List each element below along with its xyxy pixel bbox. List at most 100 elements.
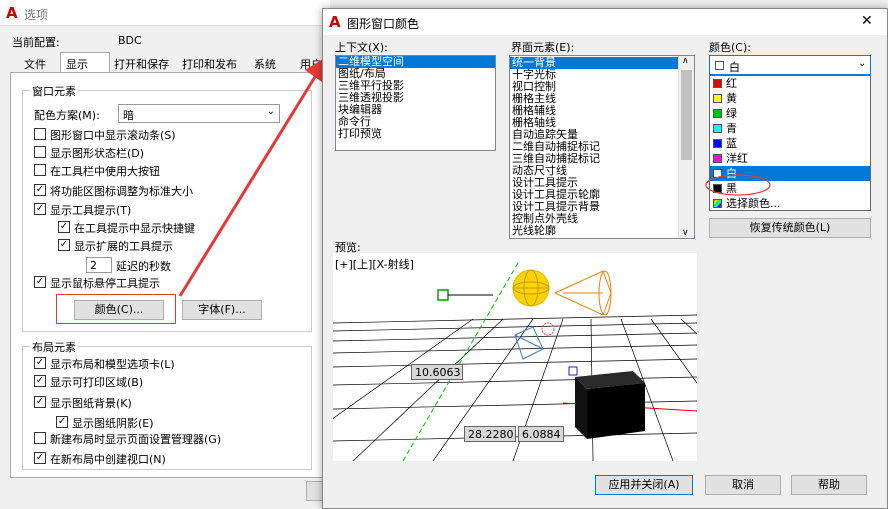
options-title: 选项 bbox=[24, 8, 49, 22]
color-dialog-title: 图形窗口颜色 bbox=[347, 17, 420, 31]
font-button[interactable]: 字体(F)... bbox=[182, 300, 262, 320]
delay-input[interactable]: 2 bbox=[86, 257, 112, 273]
dimension-box-1: 10.6063 bbox=[411, 364, 463, 380]
chevron-down-icon: ⌄ bbox=[266, 106, 275, 117]
tab-files[interactable]: 文件 bbox=[24, 56, 46, 72]
checkbox[interactable]: ✓ bbox=[34, 396, 46, 408]
color-option-label: 洋红 bbox=[726, 152, 748, 165]
chevron-down-icon: ⌄ bbox=[858, 58, 867, 69]
checkbox-label: 在工具提示中显示快捷键 bbox=[74, 222, 195, 235]
dimension-value-3: 6.0884 bbox=[522, 428, 561, 441]
tab-open-save[interactable]: 打开和保存 bbox=[114, 56, 169, 72]
scroll-up-icon[interactable]: ∧ bbox=[682, 56, 689, 66]
color-option-label: 青 bbox=[726, 122, 737, 135]
scroll-thumb[interactable] bbox=[681, 70, 692, 160]
color-select-swatch bbox=[715, 61, 724, 70]
color-select-value: 白 bbox=[729, 61, 740, 74]
checkbox[interactable]: ✓ bbox=[58, 221, 70, 233]
autocad-logo-icon: A bbox=[6, 4, 18, 22]
options-tabs: 文件 显示 打开和保存 打印和发布 系统 用户 bbox=[10, 52, 330, 74]
dimension-value-2: 28.2280 bbox=[468, 428, 514, 441]
preview-camera bbox=[514, 326, 544, 360]
profile-label: 当前配置: bbox=[12, 36, 60, 49]
tab-plot-publish[interactable]: 打印和发布 bbox=[182, 56, 237, 72]
checkbox-label: 显示工具提示(T) bbox=[50, 204, 132, 217]
color-option[interactable]: 选择颜色... bbox=[710, 196, 870, 210]
element-list[interactable]: 统一背景 十字光标 视口控制 栅格主线 栅格辅线 栅格轴线 自动追踪矢量 二维自动捕捉标记 三维… bbox=[509, 55, 695, 239]
color-dialog-title-bar: A 图形窗口颜色 ✕ bbox=[323, 9, 887, 35]
checkbox[interactable]: ✓ bbox=[58, 239, 70, 251]
color-option[interactable]: 蓝 bbox=[710, 136, 870, 151]
context-item[interactable]: 打印预览 bbox=[336, 128, 495, 140]
checkbox[interactable] bbox=[34, 128, 46, 140]
color-option[interactable]: 洋红 bbox=[710, 151, 870, 166]
scroll-down-icon[interactable]: ∨ bbox=[682, 228, 689, 238]
checkbox[interactable]: ✓ bbox=[34, 375, 46, 387]
tab-display[interactable]: 显示 bbox=[60, 52, 110, 74]
checkbox-label: 图形窗口中显示滚动条(S) bbox=[50, 129, 176, 142]
color-dialog: A 图形窗口颜色 ✕ 上下文(X): 二维模型空间 图纸/布局 三维平行投影 三维透视… bbox=[322, 8, 888, 509]
options-title-bar: A 选项 bbox=[0, 0, 330, 26]
checkbox[interactable]: ✓ bbox=[34, 276, 46, 288]
color-option-label: 红 bbox=[726, 77, 737, 90]
annotation-ellipse bbox=[705, 174, 771, 196]
scheme-label: 配色方案(M): bbox=[34, 109, 100, 122]
context-list[interactable]: 二维模型空间 图纸/布局 三维平行投影 三维透视投影 块编辑器 命令行 打印预览 bbox=[335, 55, 496, 151]
help-button[interactable]: 帮助 bbox=[791, 475, 867, 495]
apply-close-button[interactable]: 应用并关闭(A) bbox=[595, 475, 693, 495]
color-select[interactable]: 白 ⌄ bbox=[709, 55, 871, 75]
preview-crosshair-box bbox=[437, 289, 449, 301]
restore-button[interactable]: 恢复传统颜色(L) bbox=[709, 218, 871, 238]
delay-input-value: 2 bbox=[90, 259, 97, 272]
preview-spot-light bbox=[553, 270, 612, 316]
tab-system[interactable]: 系统 bbox=[254, 56, 276, 72]
color-option[interactable]: 绿 bbox=[710, 106, 870, 121]
delay-label: 延迟的秒数 bbox=[116, 260, 171, 273]
scheme-select-value: 暗 bbox=[123, 109, 134, 122]
checkbox-label: 显示图形状态栏(D) bbox=[50, 147, 145, 160]
profile-value: BDC bbox=[118, 34, 142, 47]
color-option[interactable]: 青 bbox=[710, 121, 870, 136]
scheme-select[interactable]: 暗 ⌄ bbox=[118, 104, 280, 123]
options-window: A 选项 当前配置: BDC 文件 显示 打开和保存 打印和发布 系统 用户 窗… bbox=[0, 0, 330, 509]
checkbox[interactable]: ✓ bbox=[34, 184, 46, 196]
checkbox[interactable] bbox=[34, 164, 46, 176]
checkbox-label: 显示可打印区域(B) bbox=[50, 376, 144, 389]
element-item[interactable]: 光线轮廓 bbox=[510, 225, 678, 237]
checkbox[interactable] bbox=[34, 146, 46, 158]
checkbox-label: 显示布局和模型选项卡(L) bbox=[50, 358, 175, 371]
dimension-box-3: 6.0884 bbox=[518, 426, 564, 442]
color-button[interactable]: 颜色(C)... bbox=[74, 300, 164, 320]
color-swatch-icon bbox=[713, 199, 722, 208]
color-option-label: 黄 bbox=[726, 92, 737, 105]
preview-red-marker bbox=[541, 322, 555, 336]
color-swatch-icon bbox=[713, 124, 722, 133]
checkbox-label: 在工具栏中使用大按钮 bbox=[50, 165, 160, 178]
color-option[interactable]: 红 bbox=[710, 76, 870, 91]
context-label: 上下文(X): bbox=[335, 41, 388, 54]
preview-viewport: [+][上][X-射线] 10.6063 28.2280 6.0884 bbox=[333, 253, 697, 461]
dimension-box-2: 28.2280 bbox=[464, 426, 516, 442]
checkbox[interactable]: ✓ bbox=[34, 357, 46, 369]
checkbox-label: 显示鼠标悬停工具提示 bbox=[50, 277, 160, 290]
element-list-scrollbar[interactable]: ∧ ∨ bbox=[678, 56, 694, 238]
preview-sphere-light bbox=[512, 269, 550, 307]
tab-display-label: 显示 bbox=[66, 58, 88, 71]
color-swatch-icon bbox=[713, 109, 722, 118]
checkbox[interactable]: ✓ bbox=[34, 203, 46, 215]
tab-user[interactable]: 用户 bbox=[300, 56, 322, 72]
color-swatch-icon bbox=[713, 94, 722, 103]
color-option[interactable]: 黄 bbox=[710, 91, 870, 106]
viewport-label: [+][上][X-射线] bbox=[335, 258, 414, 271]
close-icon[interactable]: ✕ bbox=[861, 13, 873, 29]
color-option-label: 绿 bbox=[726, 107, 737, 120]
color-option-label: 蓝 bbox=[726, 137, 737, 150]
color-swatch-icon bbox=[713, 79, 722, 88]
autocad-logo-icon: A bbox=[329, 13, 341, 31]
checkbox[interactable]: ✓ bbox=[56, 416, 68, 428]
checkbox-label: 显示图纸背景(K) bbox=[50, 397, 132, 410]
checkbox[interactable] bbox=[34, 432, 46, 444]
checkbox-label: 在新布局中创建视口(N) bbox=[50, 453, 166, 466]
cancel-button[interactable]: 取消 bbox=[705, 475, 781, 495]
checkbox[interactable]: ✓ bbox=[34, 452, 46, 464]
